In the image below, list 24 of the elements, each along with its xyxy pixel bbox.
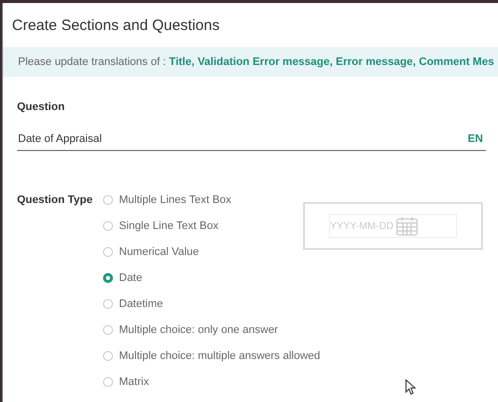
radio-button[interactable] <box>103 299 113 309</box>
radio-button[interactable] <box>103 351 113 361</box>
question-type-option[interactable]: Single Line Text Box <box>103 219 218 233</box>
radio-button[interactable] <box>103 377 113 387</box>
question-type-option[interactable]: Multiple choice: multiple answers allowed <box>103 349 320 363</box>
question-type-option[interactable]: Datetime <box>103 297 164 311</box>
question-type-option[interactable]: Numerical Value <box>103 245 199 259</box>
dialog-title: Create Sections and Questions <box>11 16 221 36</box>
radio-button[interactable] <box>103 247 113 257</box>
question-type-option[interactable]: Date <box>103 271 142 285</box>
language-button[interactable]: EN <box>468 133 483 145</box>
radio-button[interactable] <box>103 325 113 335</box>
calendar-icon <box>396 216 418 236</box>
radio-button[interactable] <box>103 221 113 231</box>
radio-button[interactable] <box>103 195 113 205</box>
question-type-option[interactable]: Multiple Lines Text Box <box>103 193 232 207</box>
question-field[interactable]: Date of Appraisal EN <box>17 133 486 151</box>
question-type-option[interactable]: Matrix <box>103 375 149 389</box>
question-type-option[interactable]: Multiple choice: only one answer <box>103 323 278 337</box>
cursor-icon <box>405 379 416 395</box>
question-label: Question <box>17 101 66 113</box>
question-type-label: Question Type <box>17 193 94 208</box>
radio-button[interactable] <box>103 273 113 283</box>
translation-banner: Please update translations of : Title, Validation Error message, Error message, Comment Mes <box>3 47 498 77</box>
